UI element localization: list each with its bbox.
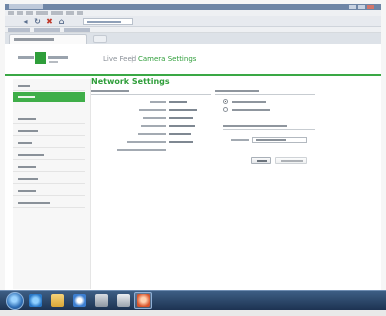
menu-item[interactable] (36, 11, 48, 15)
setting-value (169, 117, 193, 119)
setting-label (139, 109, 166, 111)
setting-label (127, 141, 166, 143)
back-icon[interactable]: ◂ (21, 18, 30, 26)
favorite-link[interactable] (64, 28, 90, 32)
folder-icon[interactable] (51, 294, 64, 307)
navigation-bar: ◂ ↻ ✖ ⌂ (5, 16, 381, 27)
sidebar (13, 79, 91, 289)
menu-item[interactable] (66, 11, 74, 15)
address-input-value (256, 139, 286, 141)
setting-label (143, 117, 166, 119)
save-button[interactable] (275, 157, 307, 164)
cancel-button[interactable] (251, 157, 271, 164)
screen-border (0, 310, 386, 316)
web-page: Live Feed | Camera Settings Network Sett… (5, 44, 381, 290)
setting-value (169, 101, 187, 103)
setting-value (169, 133, 191, 135)
app-icon[interactable] (95, 294, 108, 307)
sidebar-item[interactable] (13, 162, 85, 172)
start-button[interactable] (6, 292, 24, 310)
config-mode-radio-2[interactable] (223, 107, 228, 112)
app-icon[interactable] (137, 294, 150, 307)
media-player-icon[interactable] (73, 294, 86, 307)
configuration-mode-heading (215, 90, 259, 92)
stop-icon[interactable]: ✖ (45, 18, 54, 26)
tab-separator: | (131, 55, 134, 63)
section-divider (91, 94, 211, 95)
address-input[interactable] (252, 137, 307, 143)
browser-tab-bar (5, 33, 381, 44)
config-mode-option-label (232, 109, 270, 111)
section-divider (215, 94, 315, 95)
sidebar-item[interactable] (13, 186, 85, 196)
menu-item[interactable] (77, 11, 83, 15)
setting-label (141, 125, 166, 127)
page-title: Network Settings (91, 77, 170, 86)
setting-value (169, 141, 193, 143)
address-field-label (231, 139, 249, 141)
setting-value (169, 125, 195, 127)
favorite-link[interactable] (34, 28, 60, 32)
menu-item[interactable] (51, 11, 63, 15)
setting-label (138, 133, 166, 135)
maximize-icon[interactable] (358, 5, 365, 9)
menu-item[interactable] (8, 11, 14, 15)
refresh-icon[interactable]: ↻ (33, 18, 42, 26)
section-divider (223, 129, 315, 130)
setting-label (117, 149, 166, 151)
sidebar-item[interactable] (13, 150, 85, 160)
address-url (87, 21, 121, 23)
address-bar[interactable] (83, 18, 133, 25)
internet-explorer-icon[interactable] (29, 294, 42, 307)
sidebar-item[interactable] (13, 198, 85, 208)
browser-tab-title (14, 38, 54, 41)
brand-logo[interactable] (18, 52, 70, 72)
window-title (9, 4, 43, 9)
sidebar-item-active[interactable] (13, 92, 85, 102)
windows-taskbar (0, 290, 386, 310)
sidebar-item[interactable] (13, 81, 85, 91)
home-icon[interactable]: ⌂ (57, 18, 66, 26)
menu-item[interactable] (26, 11, 33, 15)
sidebar-item[interactable] (13, 114, 85, 124)
setting-label (150, 101, 166, 103)
browser-tab[interactable] (9, 34, 87, 44)
sidebar-item[interactable] (13, 174, 85, 184)
close-icon[interactable] (367, 5, 374, 9)
minimize-icon[interactable] (349, 5, 356, 9)
favorite-link[interactable] (8, 28, 30, 32)
screenshot: ◂ ↻ ✖ ⌂ Live Feed | Camera Settings Netw… (0, 0, 386, 316)
sidebar-item[interactable] (13, 126, 85, 136)
tab-camera-settings[interactable]: Camera Settings (138, 54, 196, 65)
config-mode-option-label (232, 101, 266, 103)
new-tab-button[interactable] (93, 35, 107, 43)
app-icon[interactable] (117, 294, 130, 307)
setting-value (169, 109, 197, 111)
sidebar-item[interactable] (13, 138, 85, 148)
current-settings-heading (91, 90, 129, 92)
header-divider (5, 74, 381, 76)
address-config-heading (223, 125, 287, 127)
config-mode-radio-1[interactable] (223, 99, 228, 104)
menu-item[interactable] (17, 11, 23, 15)
